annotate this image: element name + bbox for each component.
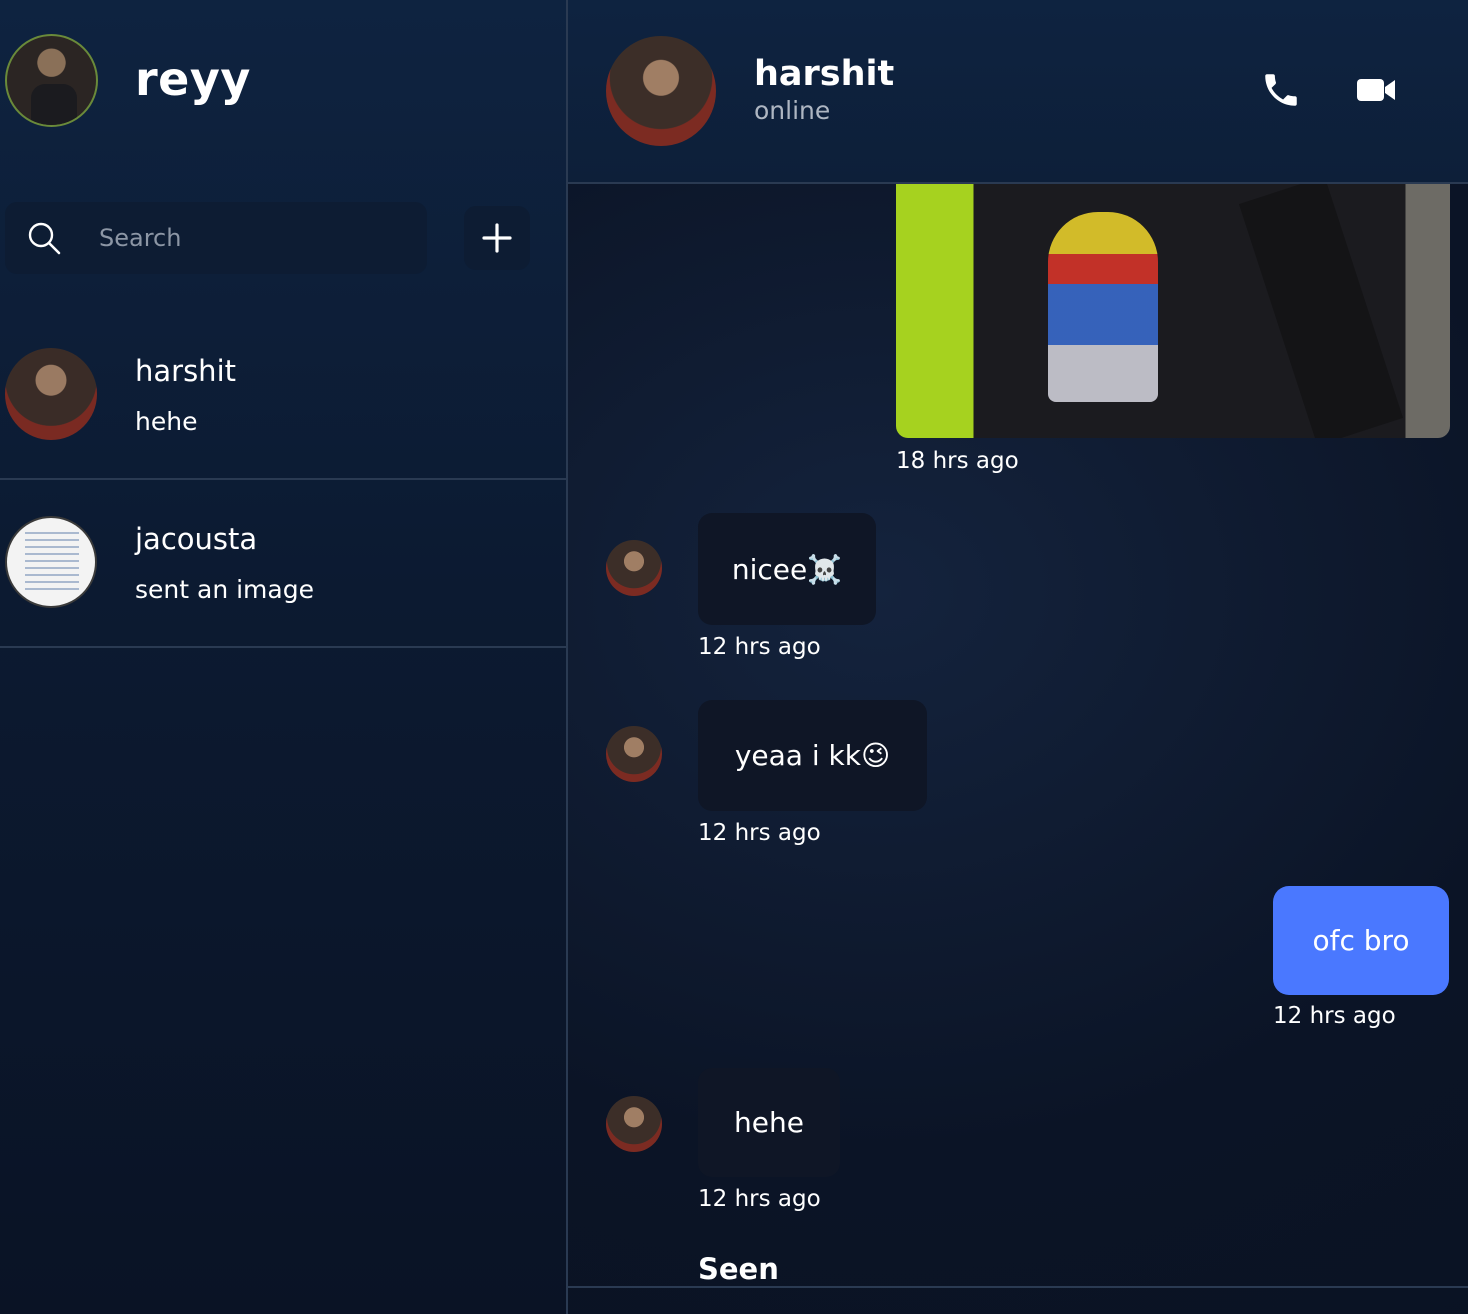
- my-avatar[interactable]: [5, 34, 98, 127]
- new-chat-button[interactable]: [464, 206, 530, 270]
- message-timestamp: 12 hrs ago: [1273, 1003, 1396, 1029]
- peer-name: harshit: [754, 54, 895, 94]
- chat-panel: harshit online 18 hrs ago nicee☠️ 12 hrs…: [568, 0, 1468, 1314]
- conversation-preview: sent an image: [135, 575, 314, 604]
- message-timestamp: 12 hrs ago: [698, 820, 821, 846]
- chat-header: harshit online: [568, 0, 1468, 184]
- message-timestamp: 12 hrs ago: [698, 634, 821, 660]
- message-list[interactable]: 18 hrs ago nicee☠️ 12 hrs ago yeaa i kk😉…: [568, 184, 1468, 1288]
- sender-avatar: [606, 1096, 662, 1152]
- search-input[interactable]: [99, 224, 399, 252]
- my-username: reyy: [135, 52, 251, 106]
- sender-avatar: [606, 726, 662, 782]
- arm: [1238, 184, 1404, 438]
- plus-icon: [482, 223, 512, 253]
- peer-avatar[interactable]: [606, 36, 716, 146]
- phone-icon[interactable]: [1260, 68, 1302, 112]
- shirt-print: [1048, 212, 1158, 402]
- conversation-item-harshit[interactable]: harshit hehe: [0, 312, 566, 480]
- composer-divider: [568, 1286, 1468, 1288]
- peer-status: online: [754, 96, 831, 125]
- message-timestamp: 12 hrs ago: [698, 1186, 821, 1212]
- video-camera-icon[interactable]: [1356, 74, 1396, 106]
- conversation-preview: hehe: [135, 407, 198, 436]
- incoming-message: nicee☠️: [698, 513, 876, 625]
- sidebar: reyy harshit hehe jacousta sent an i: [0, 0, 568, 1314]
- avatar: [5, 516, 97, 608]
- sender-avatar: [606, 540, 662, 596]
- conversation-name: harshit: [135, 354, 236, 388]
- avatar: [5, 348, 97, 440]
- chat-app: reyy harshit hehe jacousta sent an i: [0, 0, 1468, 1314]
- search-box[interactable]: [5, 202, 427, 274]
- outgoing-message: ofc bro: [1273, 886, 1449, 995]
- document-thumbnail: [25, 532, 79, 594]
- conversation-name: jacousta: [135, 522, 258, 556]
- incoming-message: hehe: [698, 1068, 840, 1177]
- incoming-message: yeaa i kk😉: [698, 700, 927, 811]
- conversation-item-jacousta[interactable]: jacousta sent an image: [0, 480, 566, 648]
- image-message[interactable]: [896, 184, 1450, 438]
- search-icon: [28, 222, 61, 255]
- message-timestamp: 18 hrs ago: [896, 448, 1019, 474]
- seen-indicator: Seen: [698, 1252, 779, 1286]
